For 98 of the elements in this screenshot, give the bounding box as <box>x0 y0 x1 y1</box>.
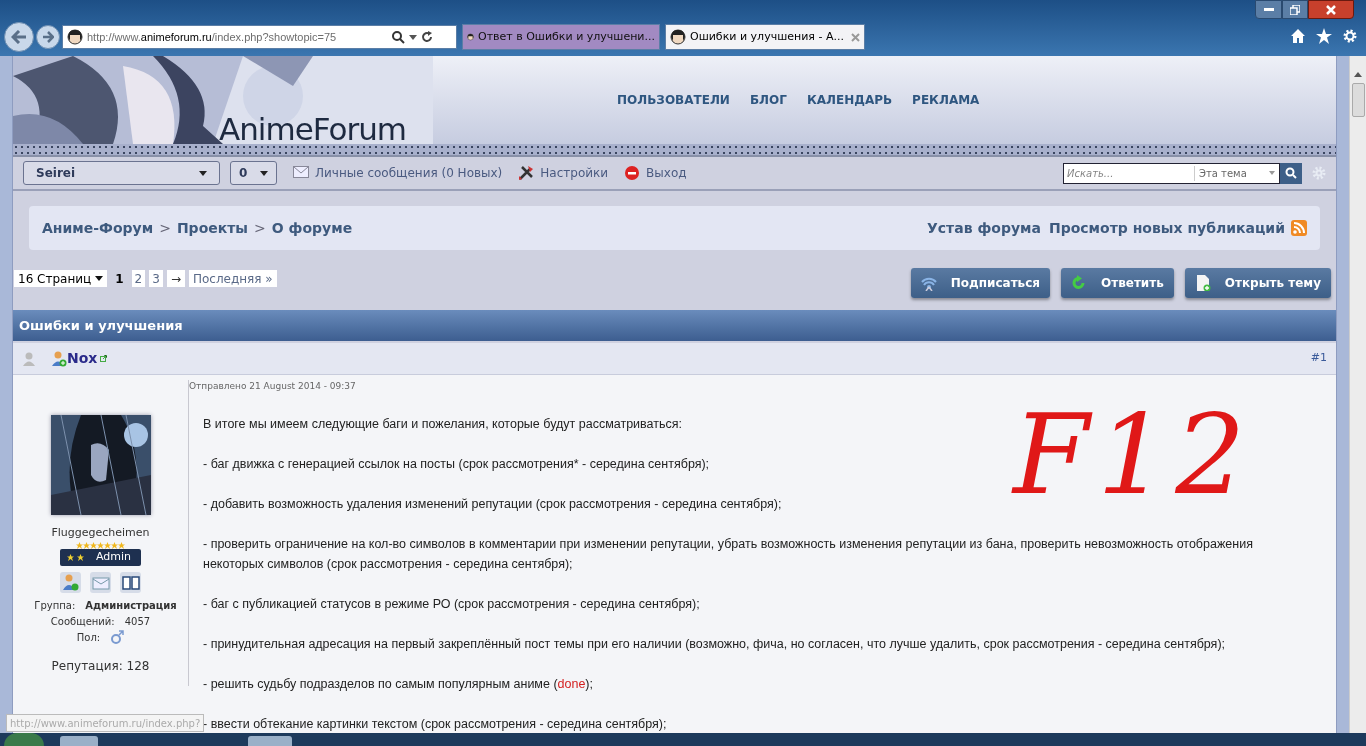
start-button[interactable] <box>4 733 44 746</box>
post-paragraph: - принудительная адресация на первый закреплённый пост темы при его наличии (возможно, фича, но согласен, что лучше удалить, срок рассмотрения - середина сентября); <box>203 635 1227 653</box>
nav-link[interactable]: КАЛЕНДАРЬ <box>806 91 893 109</box>
caret-icon <box>409 34 417 40</box>
home-icon <box>1290 28 1306 44</box>
search-icon <box>391 30 405 44</box>
close-icon <box>1326 4 1336 15</box>
breadcrumb-link[interactable]: Проекты <box>176 217 249 239</box>
site-icon <box>67 29 83 45</box>
search-button[interactable] <box>1280 162 1302 184</box>
next-page-link[interactable]: → <box>166 270 185 287</box>
field-label: Сообщений: <box>50 614 115 629</box>
field-label: Группа: <box>34 598 76 613</box>
breadcrumb-separator: > <box>254 218 266 238</box>
profile-button[interactable] <box>120 571 141 593</box>
nav-link[interactable]: БЛОГ <box>749 91 787 109</box>
male-icon <box>110 629 125 644</box>
breadcrumb-link[interactable]: Аниме-Форум <box>42 217 154 239</box>
browser-tab[interactable]: Ошибки и улучшения - А... <box>665 24 865 50</box>
action-button[interactable]: Ответить <box>1061 268 1174 298</box>
forward-arrow-icon <box>42 31 54 43</box>
url-text: http://www.animeforum.ru/index.php?showtopic=75 <box>87 29 338 45</box>
signal-icon <box>920 275 937 291</box>
status-url-tooltip: http://www.animeforum.ru/index.php? <box>6 714 205 732</box>
tools-icon <box>518 165 535 181</box>
offline-user-icon <box>22 351 36 366</box>
star-icon <box>1316 28 1332 44</box>
scrollbar-thumb[interactable] <box>1351 83 1365 117</box>
post-paragraph: В итоге мы имеем следующие баги и пожелания, которые будут рассматриваться: <box>203 415 683 433</box>
post-paragraph: - решить судьбу подразделов по самым популярным аниме (done); <box>203 675 594 693</box>
userbar-link[interactable]: Настройки <box>518 164 609 182</box>
browser-tab[interactable]: Ответ в Ошибки и улучшени... <box>462 24 660 50</box>
pages-dropdown[interactable]: 16 Страниц <box>14 270 108 287</box>
restore-button[interactable] <box>1282 0 1308 19</box>
page-link[interactable]: 2 <box>131 270 146 287</box>
forward-button[interactable] <box>36 25 60 49</box>
header-link[interactable]: Устав форума <box>927 217 1041 239</box>
site-logo[interactable]: AnimeForum <box>219 106 407 153</box>
back-button[interactable] <box>4 22 34 52</box>
caret-icon <box>199 170 207 176</box>
back-arrow-icon <box>11 30 27 44</box>
post-paragraph: - проверить ограничение на кол-во символов в комментарии при изменении репутации, убрать возможность изменения репутации из бана, проверить невозможность отображения некоторых символов (срок рассмотрения - середина сентября); <box>203 535 1254 573</box>
group-value: Администрация <box>85 598 177 613</box>
circular-arrow-icon <box>1071 275 1087 291</box>
topic-title: Ошибки и улучшения <box>13 310 1336 341</box>
address-bar[interactable]: http://www.animeforum.ru/index.php?showtopic=75 <box>62 25 457 49</box>
envelope-icon <box>293 165 309 181</box>
stars-icon <box>67 553 84 561</box>
page-link[interactable]: 1 <box>111 270 128 287</box>
site-icon <box>670 29 686 45</box>
scroll-up-icon <box>1354 72 1362 77</box>
close-icon <box>851 32 860 42</box>
scope-dropdown[interactable]: Эта тема <box>1194 165 1279 181</box>
minimize-icon <box>1263 7 1274 12</box>
action-button[interactable]: Подписаться <box>910 268 1050 298</box>
close-button[interactable] <box>1308 0 1354 19</box>
caret-icon <box>260 170 268 176</box>
external-link-icon <box>100 355 108 362</box>
caret-icon <box>95 276 104 281</box>
userbar-link[interactable]: Личные сообщения (0 Новых) <box>293 164 503 182</box>
refresh-icon <box>421 31 433 43</box>
header-link[interactable]: Просмотр новых публикаций <box>1048 217 1285 239</box>
userbar-link[interactable]: Выход <box>624 164 687 182</box>
rank-badge: Admin <box>60 548 141 566</box>
breadcrumb-link[interactable]: О форуме <box>271 217 353 239</box>
count-dropdown[interactable]: 0 <box>230 161 277 185</box>
handwritten-annotation: F12 <box>1013 393 1254 517</box>
search-icon <box>1285 167 1297 179</box>
restore-icon <box>1290 4 1300 15</box>
user-icon <box>51 350 67 367</box>
user-dropdown[interactable]: Seirei <box>23 161 220 185</box>
scrollbar[interactable] <box>1349 56 1366 733</box>
post-count: 4057 <box>124 614 151 629</box>
page-link[interactable]: 3 <box>149 270 163 287</box>
post-paragraph: - ввести обтекание картинки текстом (срок рассмотрения - середина сентября); <box>203 715 668 733</box>
post-number-link[interactable]: #1 <box>1310 350 1327 367</box>
rss-icon <box>1291 220 1307 236</box>
caret-icon <box>1269 171 1275 175</box>
search-field[interactable]: Искать... Эта тема <box>1063 162 1280 184</box>
nav-link[interactable]: РЕКЛАМА <box>912 91 980 109</box>
last-page-link[interactable]: Последняя » <box>188 270 277 287</box>
field-label: Пол: <box>76 630 101 645</box>
post-date: Отправлено 21 August 2014 - 09:37 <box>189 380 357 393</box>
nav-link[interactable]: ПОЛЬЗОВАТЕЛИ <box>617 91 730 109</box>
username: Fluggegecheimen <box>51 525 150 541</box>
settings-icon <box>1312 166 1326 180</box>
document-icon <box>1194 275 1211 291</box>
post-paragraph: - баг движка с генерацией ссылок на посты (срок рассмотрения* - середина сентября); <box>203 455 711 473</box>
profile-button[interactable] <box>60 571 81 593</box>
author-link[interactable]: Nox <box>67 348 98 369</box>
no-entry-icon <box>624 165 641 181</box>
breadcrumb-separator: > <box>159 218 171 238</box>
reputation-text: Репутация: 128 <box>51 657 150 675</box>
minimize-button[interactable] <box>1255 0 1282 19</box>
post-paragraph: - добавить возможность удаления изменений репутации (срок рассмотрения - середина сентября); <box>203 495 783 513</box>
action-button[interactable]: Открыть тему <box>1184 268 1331 298</box>
post-paragraph: - баг с публикацией статусов в режиме РО (срок рассмотрения - середина сентября); <box>203 595 701 613</box>
settings-icon <box>1342 28 1358 44</box>
